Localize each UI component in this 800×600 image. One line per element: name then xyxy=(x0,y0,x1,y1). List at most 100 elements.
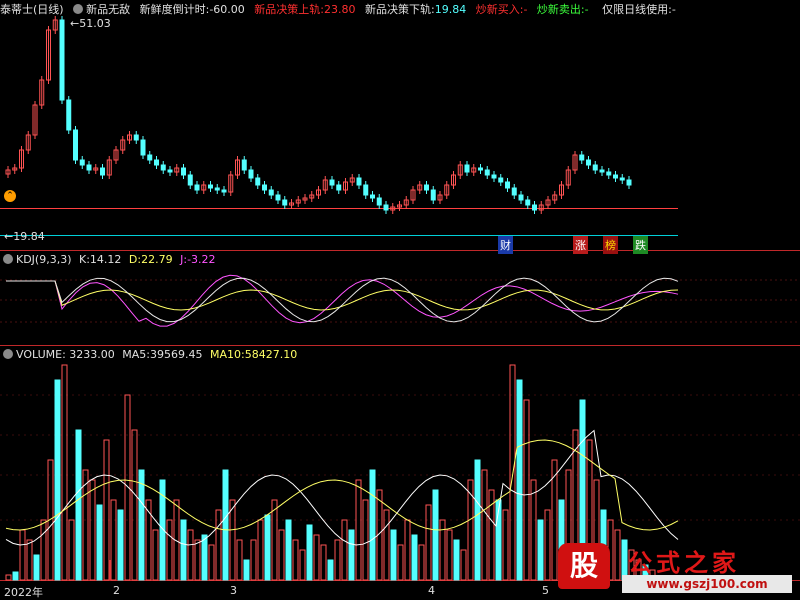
candle-body xyxy=(194,184,200,191)
candle-body xyxy=(329,179,335,186)
candle-body xyxy=(525,199,531,206)
candle-body xyxy=(430,189,436,201)
volume-bar xyxy=(250,539,257,581)
volume-bar xyxy=(166,519,173,581)
candle-body xyxy=(356,177,362,186)
candle-body xyxy=(255,177,261,186)
candle-body xyxy=(511,187,517,196)
candle-body xyxy=(592,164,598,171)
volume-bar xyxy=(446,529,453,581)
candle-body xyxy=(424,184,429,191)
volume-bar xyxy=(537,519,544,581)
volume-bar xyxy=(40,519,47,581)
volume-bar xyxy=(75,429,82,581)
candle-body xyxy=(241,159,247,171)
volume-bar xyxy=(523,399,530,581)
candle-body xyxy=(518,194,524,201)
candle-body xyxy=(100,167,105,176)
candle-body xyxy=(167,169,173,173)
candle-body xyxy=(208,184,213,189)
candle-body xyxy=(248,169,254,179)
volume-bar xyxy=(418,544,425,581)
candle-body xyxy=(181,167,186,176)
candle-body xyxy=(73,129,78,161)
candle-body xyxy=(66,99,72,131)
volume-bar xyxy=(264,514,271,581)
candle-body xyxy=(626,179,632,186)
volume-bar xyxy=(299,549,306,581)
candle-body xyxy=(613,174,618,179)
volume-bar xyxy=(516,379,523,581)
volume-bar xyxy=(292,539,299,581)
candle-body xyxy=(187,174,193,186)
volume-bar xyxy=(453,539,460,581)
volume-bar xyxy=(362,499,369,581)
volume-bar xyxy=(411,534,418,581)
volume-bar xyxy=(397,544,404,581)
volume-bar xyxy=(82,469,89,581)
volume-bar xyxy=(474,459,481,581)
candle-body xyxy=(606,171,612,176)
candle-body xyxy=(221,189,227,193)
volume-bar xyxy=(96,504,103,581)
candle-body xyxy=(370,194,375,199)
candle-body xyxy=(579,154,585,161)
chart-canvas[interactable] xyxy=(0,0,800,599)
volume-bar xyxy=(89,479,96,581)
volume-bar xyxy=(285,519,292,581)
volume-bar xyxy=(222,469,229,581)
candle-body xyxy=(586,159,591,166)
volume-bar xyxy=(390,529,397,581)
candle-body xyxy=(262,184,267,191)
volume-bar xyxy=(425,504,432,581)
volume-bar xyxy=(509,364,516,581)
candle-body xyxy=(140,139,146,156)
logo-badge: 股 xyxy=(558,543,610,589)
candle-body xyxy=(363,184,369,196)
candle-body xyxy=(464,164,470,173)
volume-bar xyxy=(271,499,278,581)
volume-bar xyxy=(19,529,26,581)
candle-body xyxy=(154,159,159,166)
volume-bar xyxy=(236,539,243,581)
candle-body xyxy=(491,174,497,179)
volume-bar xyxy=(320,544,327,581)
volume-bar xyxy=(110,499,117,581)
candle-body xyxy=(619,177,625,181)
candle-body xyxy=(275,194,281,201)
volume-bar xyxy=(257,519,264,581)
volume-bar xyxy=(208,544,215,581)
volume-bar xyxy=(530,479,537,581)
candle-body xyxy=(133,134,139,141)
volume-bar xyxy=(341,519,348,581)
volume-bar xyxy=(278,529,285,581)
volume-bar xyxy=(12,571,19,581)
volume-bar xyxy=(138,469,145,581)
volume-bar xyxy=(313,534,320,581)
candle-body xyxy=(86,164,92,171)
candle-body xyxy=(160,164,166,171)
candle-body xyxy=(478,167,483,171)
volume-bar xyxy=(369,469,376,581)
volume-bar xyxy=(481,469,488,581)
candle-body xyxy=(498,177,504,183)
volume-bar xyxy=(187,529,194,581)
volume-bar xyxy=(460,549,467,581)
candle-body xyxy=(79,159,85,166)
volume-bar xyxy=(334,539,341,581)
volume-bar xyxy=(243,559,250,581)
volume-bar xyxy=(103,439,110,581)
candle-body xyxy=(268,189,274,196)
candle-body xyxy=(282,199,288,206)
volume-bar xyxy=(229,499,236,581)
volume-bar xyxy=(306,524,313,581)
volume-bar xyxy=(201,534,208,581)
volume-bar xyxy=(404,519,411,581)
volume-bar xyxy=(26,539,33,581)
candle-body xyxy=(214,187,220,191)
volume-bar xyxy=(327,559,334,581)
volume-ma10-line xyxy=(5,439,679,531)
volume-bar xyxy=(124,394,131,581)
volume-bar xyxy=(131,429,138,581)
candle-body xyxy=(336,184,342,191)
